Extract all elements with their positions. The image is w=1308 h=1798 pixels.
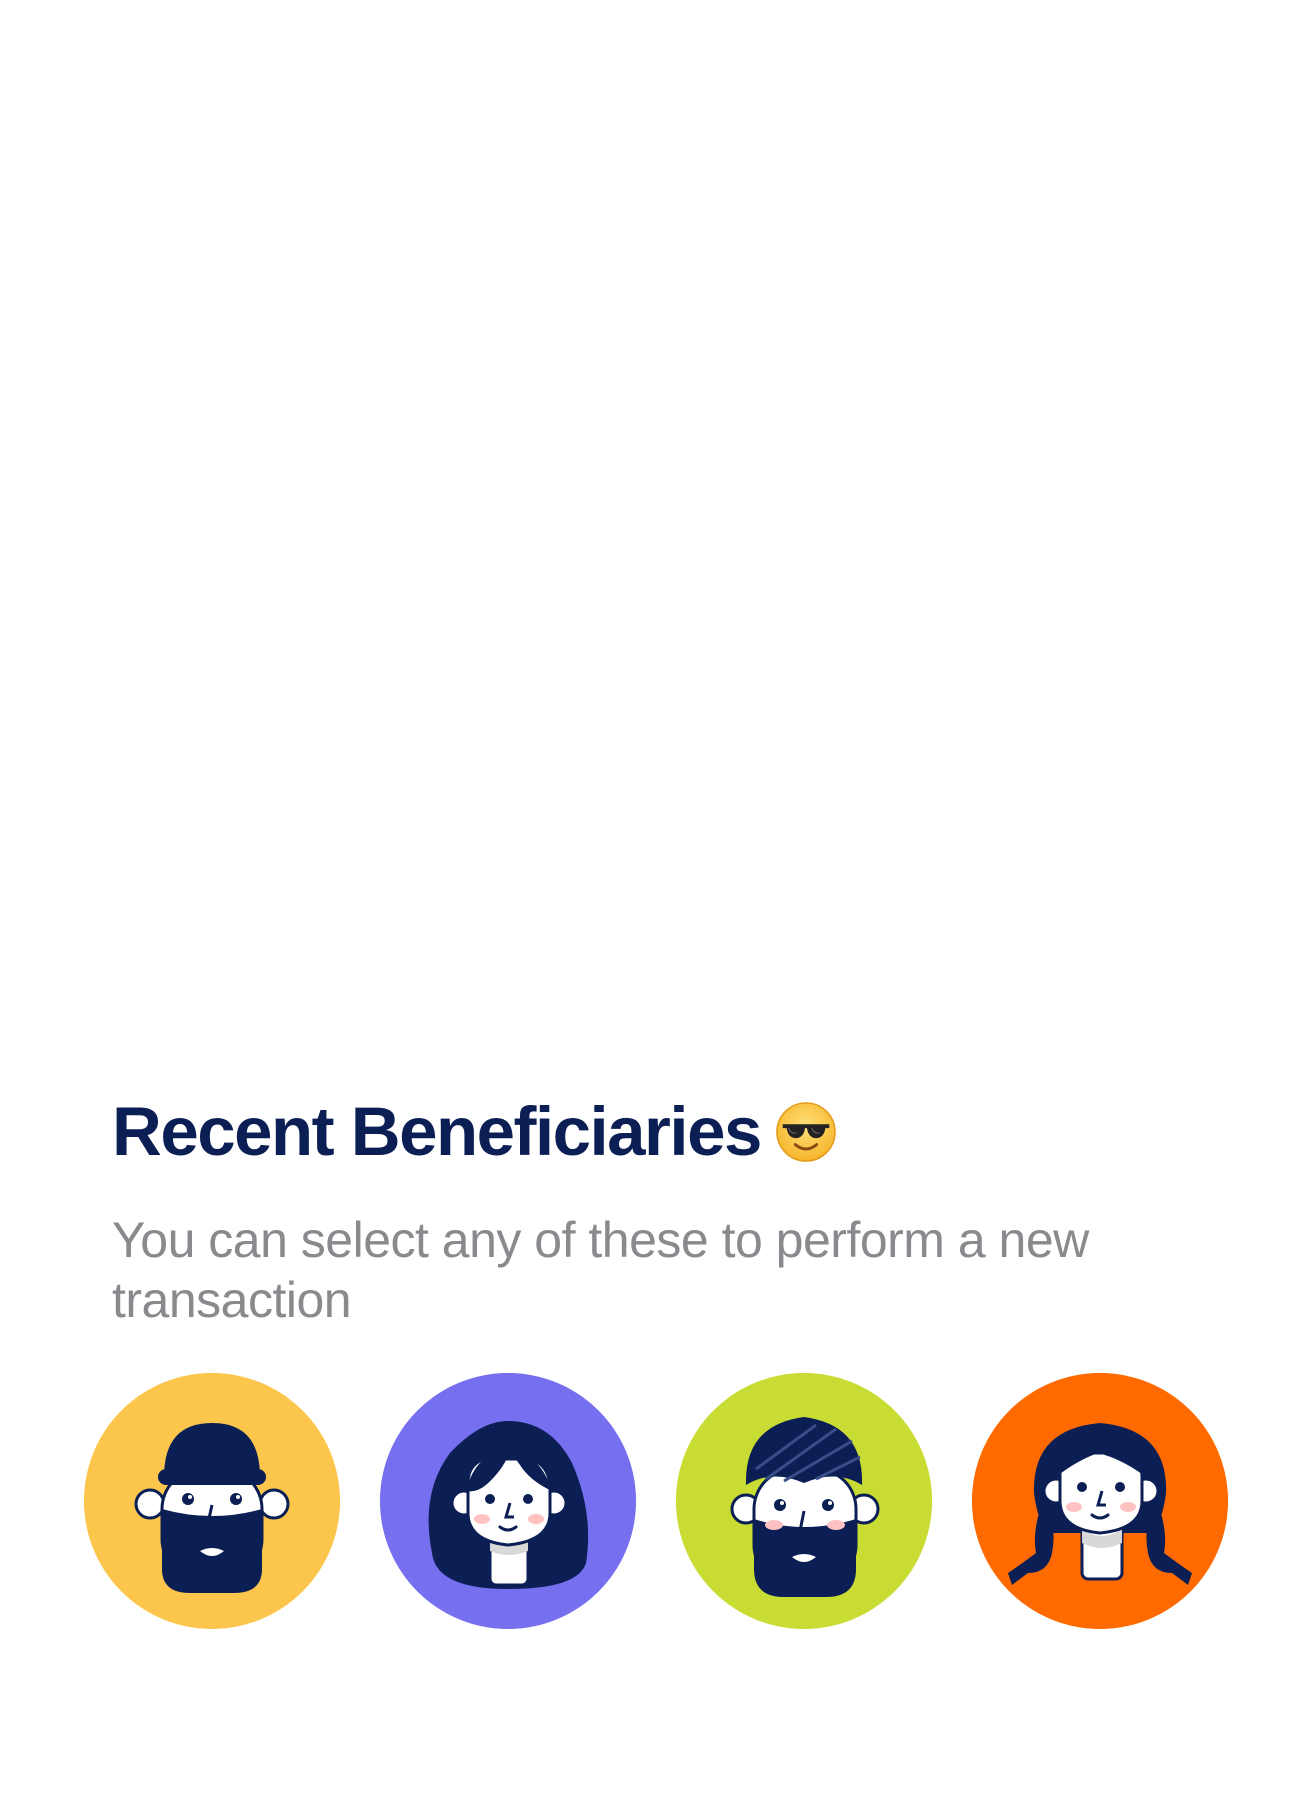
sunglasses-emoji-icon [775, 1101, 837, 1163]
section-title: Recent Beneficiaries [112, 1093, 762, 1170]
girl-braids-avatar-icon [972, 1373, 1228, 1629]
bearded-man-beanie-avatar-icon [84, 1373, 340, 1629]
beneficiary-avatar-1[interactable] [84, 1373, 340, 1629]
beneficiary-avatar-3[interactable] [676, 1373, 932, 1629]
recent-beneficiaries-section: Recent Beneficiaries You can select any … [0, 0, 1308, 1798]
beneficiary-list [84, 1373, 1228, 1629]
man-turban-beard-avatar-icon [676, 1373, 932, 1629]
woman-long-hair-avatar-icon [380, 1373, 636, 1629]
section-subtitle: You can select any of these to perform a… [112, 1212, 1089, 1328]
beneficiary-avatar-4[interactable] [972, 1373, 1228, 1629]
title-row: Recent Beneficiaries [112, 1092, 837, 1172]
beneficiary-avatar-2[interactable] [380, 1373, 636, 1629]
